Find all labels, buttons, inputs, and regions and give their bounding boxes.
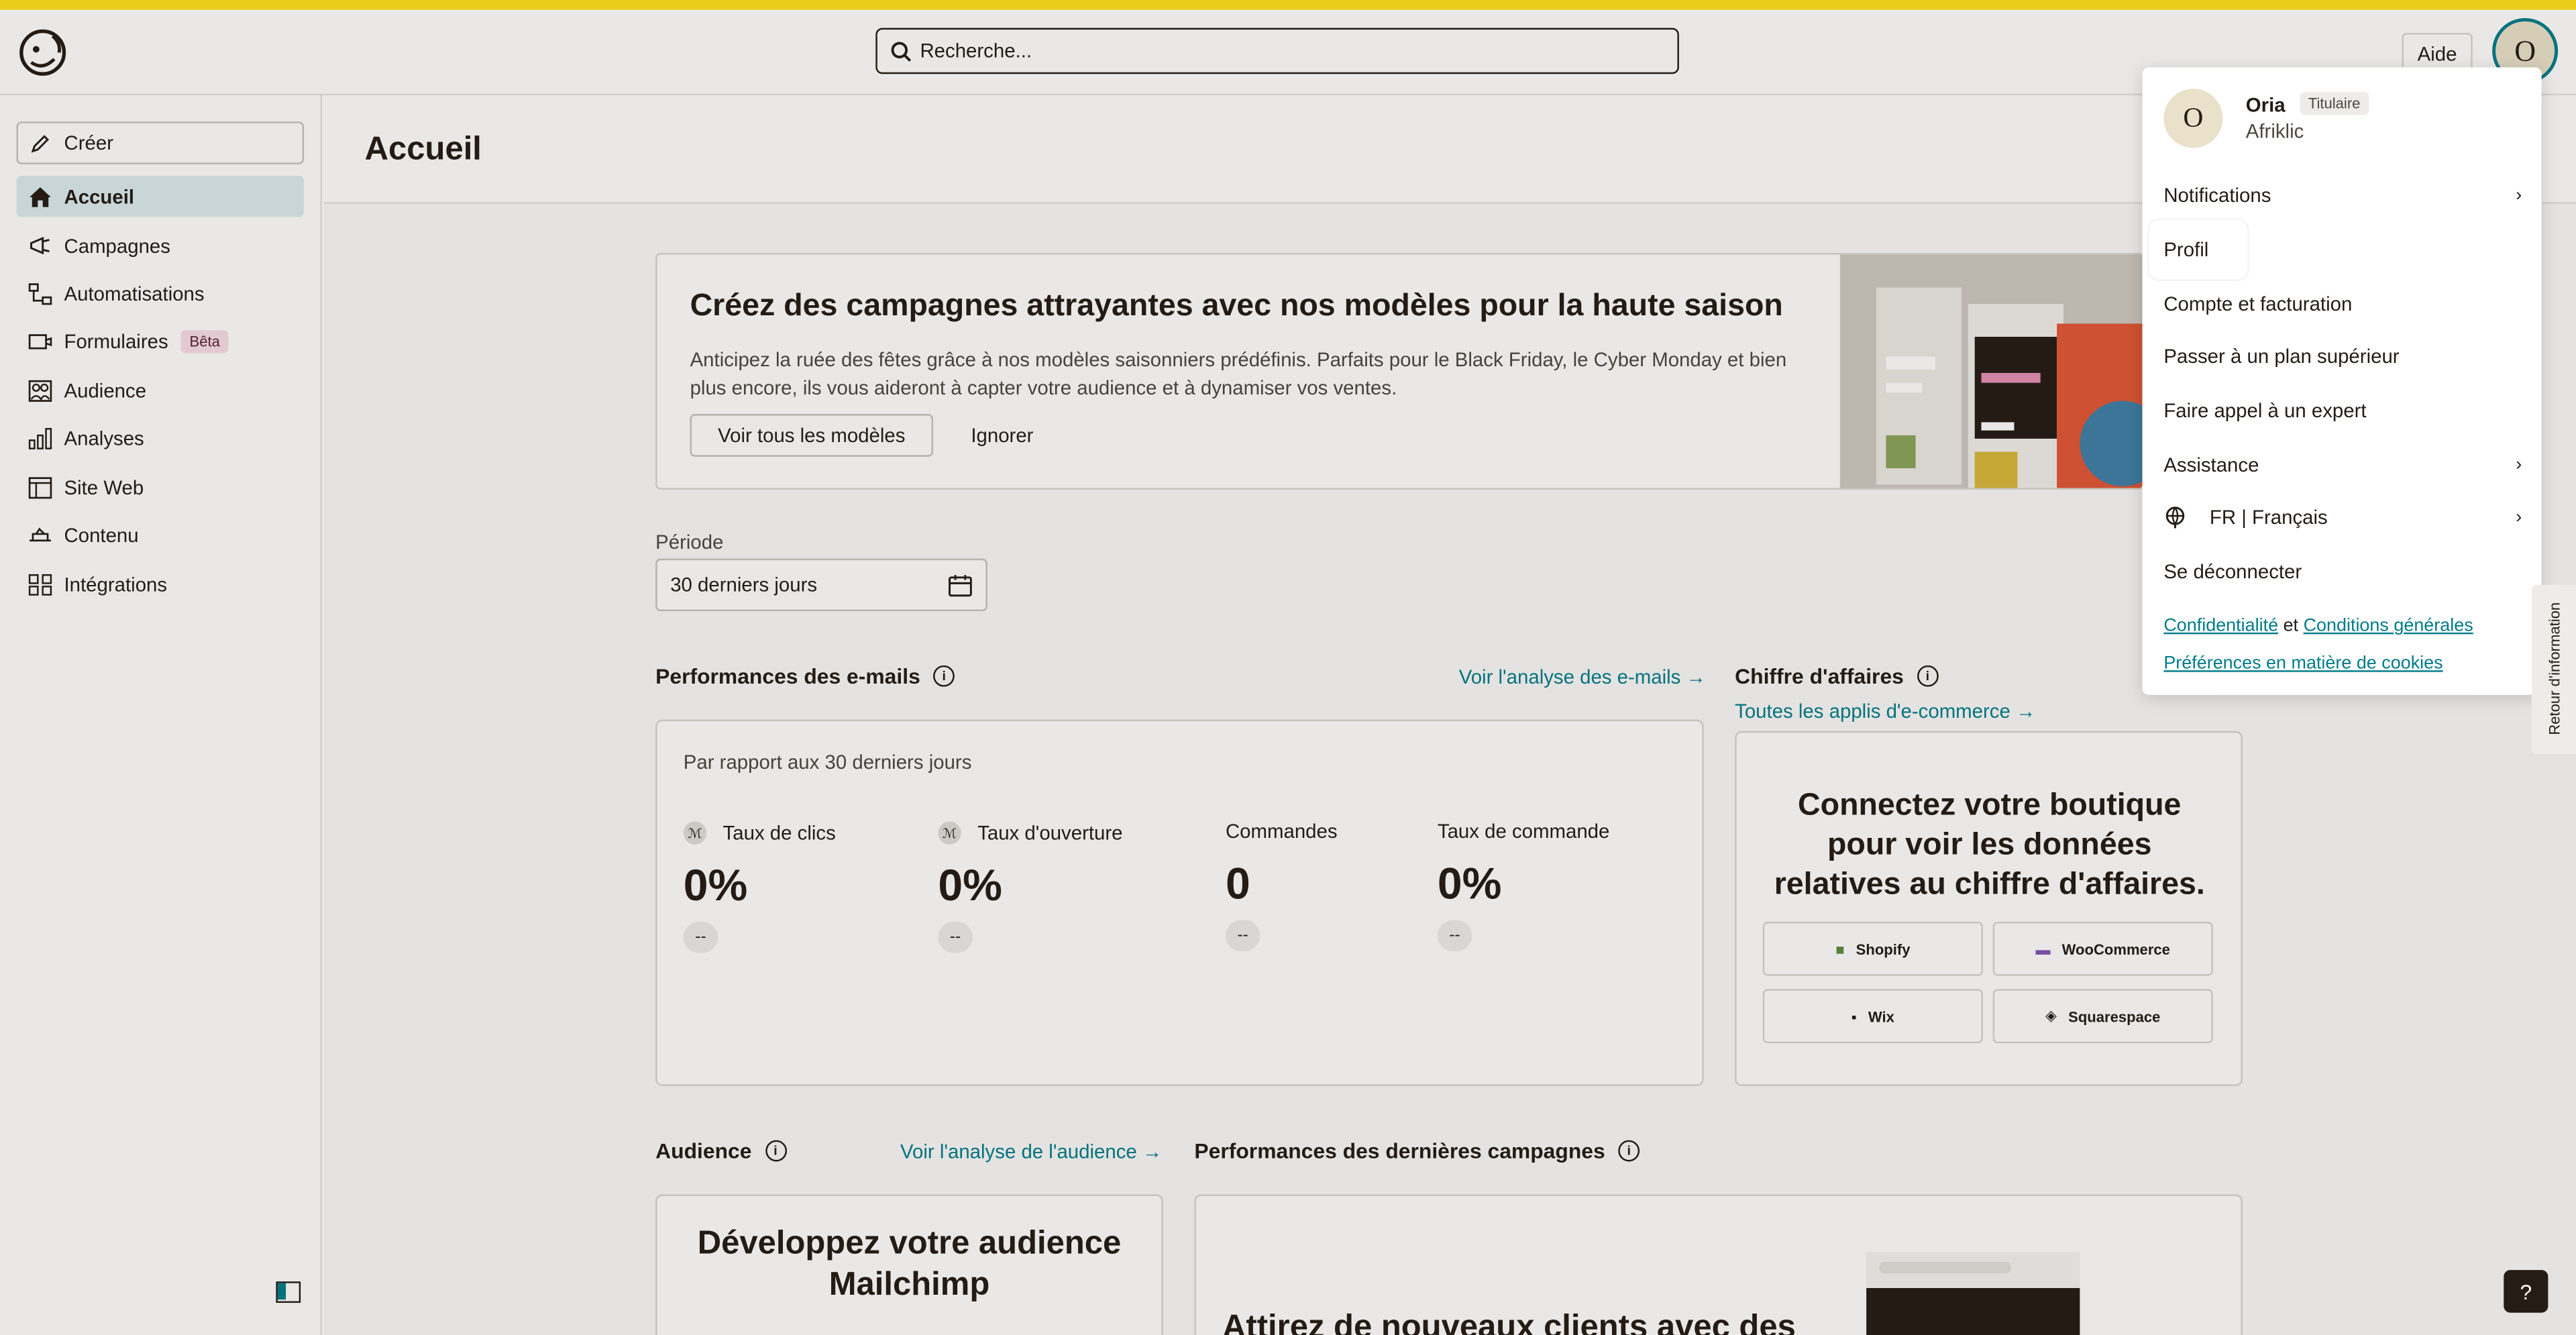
app-root: Recherche... Aide O Créer Accueil Campag… — [0, 0, 2576, 1335]
menu-item-label: Notifications — [2163, 184, 2271, 207]
organization-name: Afriklic — [2245, 119, 2304, 144]
feedback-tab[interactable]: Retour d'information — [2531, 584, 2576, 755]
menu-item-upgrade-plan[interactable]: Passer à un plan supérieur — [2163, 345, 2525, 368]
account-dropdown-menu: O Oria Titulaire Afriklic Notifications … — [2142, 67, 2542, 695]
menu-item-label: Profil — [2163, 238, 2209, 262]
menu-item-logout[interactable]: Se déconnecter — [2163, 560, 2525, 583]
help-chat-button[interactable]: ? — [2504, 1270, 2548, 1313]
chevron-right-icon: › — [2516, 185, 2522, 206]
cookie-preferences-line: Préférences en matière de cookies — [2163, 654, 2443, 674]
menu-item-account-billing[interactable]: Compte et facturation — [2163, 292, 2525, 315]
menu-item-label: Se déconnecter — [2163, 560, 2302, 584]
legal-links: Confidentialité et Conditions générales — [2163, 616, 2473, 635]
privacy-link[interactable]: Confidentialité — [2163, 616, 2278, 635]
menu-item-assistance[interactable]: Assistance › — [2163, 453, 2525, 476]
feedback-label: Retour d'information — [2546, 602, 2563, 735]
menu-item-label: Assistance — [2163, 453, 2259, 477]
chevron-right-icon: › — [2516, 455, 2522, 475]
dropdown-avatar: O — [2163, 89, 2223, 148]
menu-item-label: Compte et facturation — [2163, 292, 2353, 316]
user-name: Oria — [2245, 93, 2286, 117]
legal-and-text: et — [2283, 616, 2299, 636]
menu-item-notifications[interactable]: Notifications › — [2163, 184, 2525, 207]
role-badge: Titulaire — [2300, 92, 2369, 115]
menu-item-label: Faire appel à un expert — [2163, 399, 2367, 423]
menu-item-label: FR | Français — [2209, 506, 2328, 529]
menu-item-hire-expert[interactable]: Faire appel à un expert — [2163, 399, 2525, 422]
menu-item-language[interactable]: FR | Français › — [2163, 506, 2525, 529]
terms-link[interactable]: Conditions générales — [2304, 616, 2473, 635]
menu-item-profil[interactable]: Profil — [2163, 238, 2525, 261]
globe-icon — [2165, 506, 2185, 529]
chevron-right-icon: › — [2516, 507, 2522, 528]
menu-item-label: Passer à un plan supérieur — [2163, 345, 2400, 368]
cookie-preferences-link[interactable]: Préférences en matière de cookies — [2163, 654, 2443, 674]
